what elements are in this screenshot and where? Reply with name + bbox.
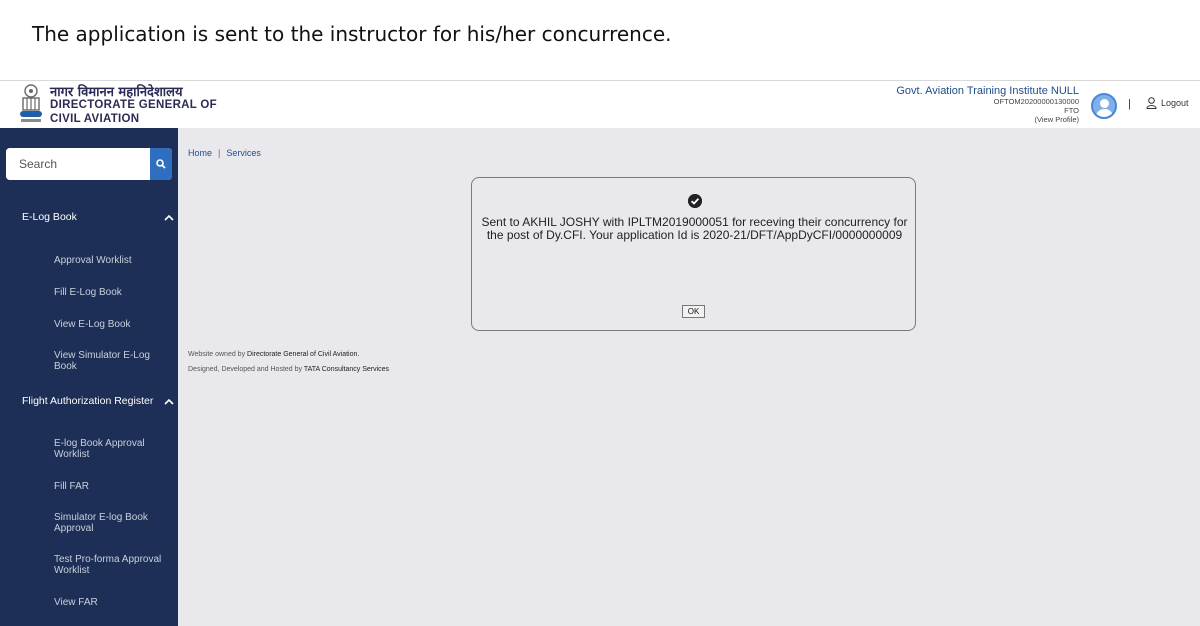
dialog-message: Sent to AKHIL JOSHY with IPLTM2019000051… — [481, 215, 908, 242]
breadcrumb-services[interactable]: Services — [226, 148, 261, 158]
logo-hindi-text: नागर विमानन महानिदेशालय — [50, 85, 183, 100]
user-id: OFTOM20200000130000 — [993, 97, 1079, 106]
logout-button[interactable]: Logout — [1146, 97, 1189, 109]
user-icon — [1146, 97, 1157, 109]
breadcrumb-home[interactable]: Home — [188, 148, 212, 158]
logo-line-1: DIRECTORATE GENERAL OF — [50, 99, 217, 111]
user-name: Govt. Aviation Training Institute NULL — [896, 85, 1079, 97]
sidebar-section-elogbook[interactable]: E-Log Book — [22, 211, 77, 223]
sidebar-item-fill-elog-book[interactable]: Fill E-Log Book — [54, 287, 166, 298]
ok-button[interactable]: OK — [682, 305, 705, 318]
avatar-body — [1096, 109, 1113, 117]
sidebar — [0, 128, 178, 626]
sidebar-item-elog-book-approval-worklist[interactable]: E-log Book Approval Worklist — [54, 438, 154, 460]
sidebar-item-fill-far[interactable]: Fill FAR — [54, 481, 166, 492]
footer-hosted-prefix: Designed, Developed and Hosted by — [188, 366, 303, 373]
logout-label: Logout — [1161, 98, 1189, 108]
sidebar-item-view-simulator-elog-book[interactable]: View Simulator E-Log Book — [54, 350, 164, 372]
logo-line-2: CIVIL AVIATION — [50, 113, 140, 125]
header: नागर विमानन महानिदेशालय DIRECTORATE GENE… — [0, 81, 1200, 128]
check-circle-icon — [688, 194, 702, 208]
breadcrumb: Home | Services — [188, 148, 261, 158]
avatar-head — [1100, 99, 1109, 108]
chevron-up-icon[interactable] — [163, 213, 175, 223]
footer-owned-by: Website owned by Directorate General of … — [188, 351, 359, 358]
sidebar-item-approval-worklist[interactable]: Approval Worklist — [54, 255, 166, 266]
user-role: FTO — [1064, 106, 1079, 115]
avatar-icon[interactable] — [1091, 93, 1117, 119]
footer-hosted-org[interactable]: TATA Consultancy Services — [304, 366, 389, 373]
sidebar-item-view-elog-book[interactable]: View E-Log Book — [54, 319, 166, 330]
search-input[interactable] — [6, 148, 150, 180]
confirmation-dialog: Sent to AKHIL JOSHY with IPLTM2019000051… — [471, 177, 916, 331]
caption-text: The application is sent to the instructo… — [32, 22, 672, 46]
sidebar-section-far[interactable]: Flight Authorization Register — [22, 395, 153, 407]
footer-owned-prefix: Website owned by — [188, 351, 246, 358]
header-separator: | — [1128, 98, 1131, 110]
breadcrumb-separator: | — [218, 148, 221, 158]
search-icon — [156, 159, 166, 169]
sidebar-item-view-far[interactable]: View FAR — [54, 597, 166, 608]
footer-owned-org[interactable]: Directorate General of Civil Aviation. — [247, 351, 359, 358]
search-button[interactable] — [150, 148, 172, 180]
sidebar-item-simulator-elog-book-approval[interactable]: Simulator E-log Book Approval — [54, 512, 159, 534]
emblem-icon — [20, 84, 42, 122]
search-box — [6, 148, 172, 180]
view-profile-link[interactable]: (View Profile) — [1035, 115, 1079, 124]
footer-hosted-by: Designed, Developed and Hosted by TATA C… — [188, 366, 389, 373]
sidebar-item-test-proforma-approval-worklist[interactable]: Test Pro-forma Approval Worklist — [54, 554, 169, 576]
chevron-up-icon[interactable] — [163, 397, 175, 407]
